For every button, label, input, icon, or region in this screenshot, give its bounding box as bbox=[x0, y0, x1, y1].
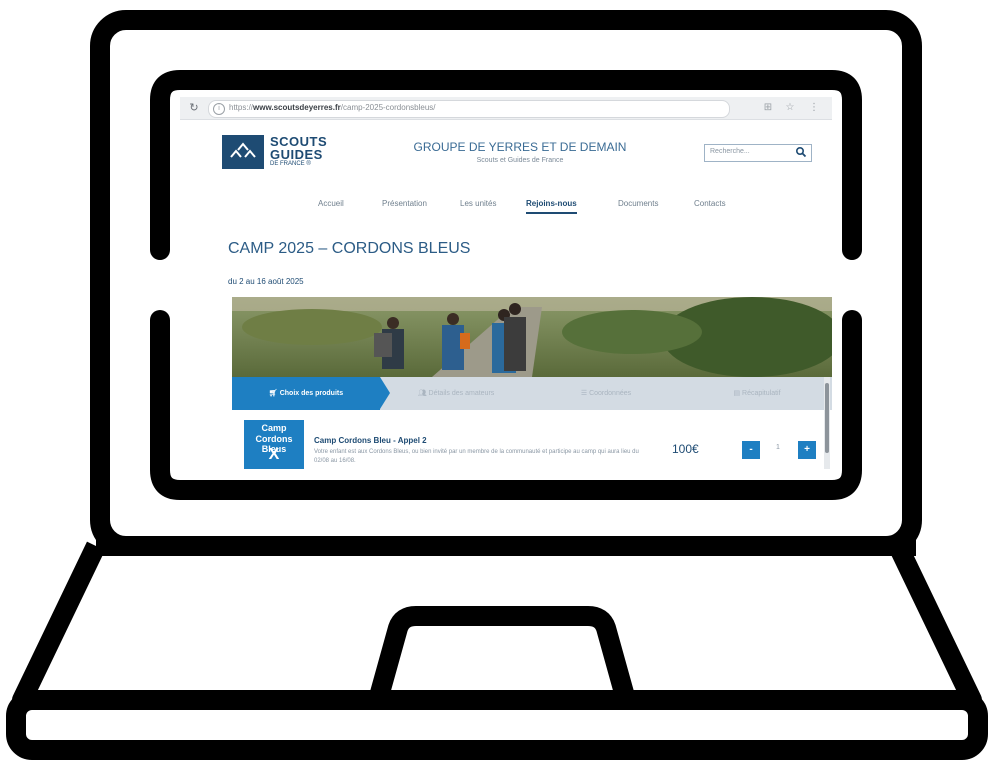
page-scrollbar[interactable] bbox=[824, 377, 830, 469]
browser-screen: ↻ i https://www.scoutsdeyerres.fr/camp-2… bbox=[180, 97, 832, 469]
url-domain: www.scoutsdeyerres.fr bbox=[253, 103, 341, 112]
scrollbar-thumb[interactable] bbox=[825, 383, 829, 453]
site-logo[interactable]: SCOUTS GUIDES DE FRANCE ® bbox=[222, 134, 328, 171]
search-input[interactable]: Recherche... bbox=[710, 148, 750, 155]
checkout-steps: 🛒︎ Choix des produits 👥︎ Détails des ama… bbox=[232, 377, 832, 410]
step-coordonnees[interactable]: ☰ Coordonnées bbox=[532, 377, 680, 410]
nav-item-accueil[interactable]: Accueil bbox=[318, 199, 344, 208]
product-name: Camp Cordons Bleu - Appel 2 bbox=[314, 436, 427, 445]
laptop-bottom bbox=[6, 690, 988, 760]
nav-item-rejoins-nous[interactable]: Rejoins-nous bbox=[526, 199, 577, 214]
group-subtitle: Scouts et Guides de France bbox=[476, 157, 564, 164]
url-path: /camp-2025-cordonsbleus/ bbox=[340, 103, 436, 112]
step-label: Récapitulatif bbox=[742, 390, 781, 397]
search-icon[interactable] bbox=[795, 146, 807, 158]
contact-icon: ☰ bbox=[580, 390, 590, 397]
step-label: Détails des amateurs bbox=[428, 390, 495, 397]
url-text: https://www.scoutsdeyerres.fr/camp-2025-… bbox=[229, 103, 435, 112]
nav-item-presentation[interactable]: Présentation bbox=[382, 199, 427, 208]
cart-icon: 🛒︎ bbox=[268, 390, 280, 397]
step-choix-produits[interactable]: 🛒︎ Choix des produits bbox=[232, 377, 380, 410]
quantity-plus-button[interactable]: + bbox=[798, 441, 816, 459]
step-details-amateurs[interactable]: 👥︎ Détails des amateurs bbox=[382, 377, 530, 410]
url-prefix: https:// bbox=[229, 103, 254, 112]
quantity-minus-button[interactable]: - bbox=[742, 441, 760, 459]
reload-icon[interactable]: ↻ bbox=[186, 100, 202, 116]
nav-item-documents[interactable]: Documents bbox=[618, 199, 658, 208]
thumb-text-camp: Camp bbox=[261, 423, 287, 433]
product-thumbnail: Camp Cordons Bleus X bbox=[244, 420, 304, 469]
more-menu-icon[interactable]: ⋮ bbox=[806, 100, 822, 116]
step-label: Choix des produits bbox=[279, 390, 344, 397]
banner-photo bbox=[232, 297, 832, 377]
thumb-mark: X bbox=[268, 446, 280, 463]
page-title: CAMP 2025 – CORDONS BLEUS bbox=[228, 240, 471, 257]
product-description: Votre enfant est aux Cordons Bleus, ou b… bbox=[314, 449, 639, 464]
site-info-icon[interactable]: i bbox=[213, 103, 225, 115]
extensions-icon[interactable]: ⊞ bbox=[760, 100, 776, 116]
logo-text-france: DE FRANCE ® bbox=[270, 161, 311, 167]
group-title: GROUPE DE YERRES ET DE DEMAIN bbox=[413, 140, 627, 154]
product-row: Camp Cordons Bleus X Camp Cordons Bleu -… bbox=[232, 410, 832, 469]
step-recapitulatif[interactable]: ▤ Récapitulatif bbox=[682, 377, 832, 410]
main-nav: Accueil Présentation Les unités Rejoins-… bbox=[180, 199, 832, 215]
users-icon: 👥︎ bbox=[417, 390, 429, 397]
star-icon[interactable]: ☆ bbox=[782, 100, 798, 116]
laptop-trackpad bbox=[368, 606, 636, 703]
nav-item-contacts[interactable]: Contacts bbox=[694, 199, 726, 208]
camp-dates: du 2 au 16 août 2025 bbox=[228, 277, 304, 286]
address-bar[interactable]: i https://www.scoutsdeyerres.fr/camp-202… bbox=[208, 100, 730, 118]
search-box[interactable]: Recherche... bbox=[704, 144, 812, 162]
quantity-value[interactable]: 1 bbox=[772, 444, 784, 451]
nav-item-unites[interactable]: Les unités bbox=[460, 199, 496, 208]
step-label: Coordonnées bbox=[589, 390, 632, 397]
summary-icon: ▤ bbox=[733, 390, 743, 397]
product-price: 100€ bbox=[672, 442, 699, 456]
logo-text-guides: GUIDES bbox=[270, 147, 323, 162]
logo-mark-icon bbox=[222, 135, 264, 169]
browser-toolbar: ↻ i https://www.scoutsdeyerres.fr/camp-2… bbox=[180, 97, 832, 120]
